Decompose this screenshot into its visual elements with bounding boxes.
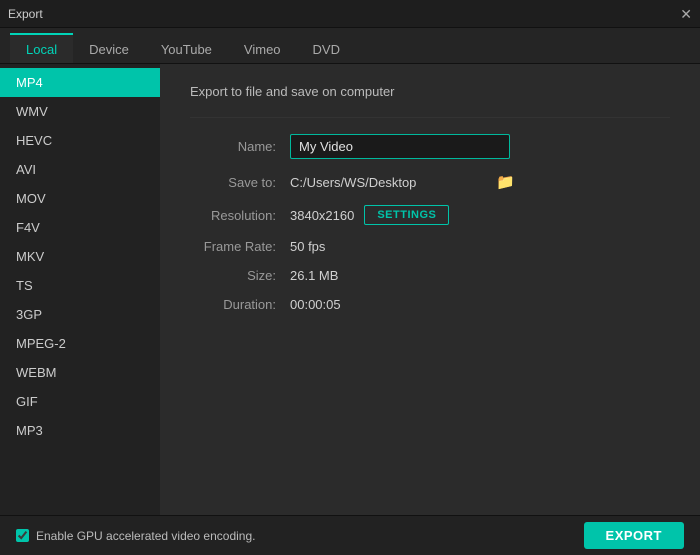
duration-value: 00:00:05 [290,297,341,312]
tab-vimeo[interactable]: Vimeo [228,33,297,63]
settings-button[interactable]: SETTINGS [364,205,449,225]
resolution-row: Resolution: 3840x2160 SETTINGS [190,205,670,225]
sidebar-item-f4v[interactable]: F4V [0,213,160,242]
window-title: Export [8,7,43,21]
frame-rate-row: Frame Rate: 50 fps [190,239,670,254]
tab-device[interactable]: Device [73,33,145,63]
divider [190,117,670,118]
resolution-value: 3840x2160 [290,208,354,223]
tab-local[interactable]: Local [10,33,73,63]
name-input[interactable] [290,134,510,159]
path-row: 📁 [290,173,515,191]
sidebar-item-mov[interactable]: MOV [0,184,160,213]
save-path-input[interactable] [290,175,490,190]
sidebar-item-webm[interactable]: WEBM [0,358,160,387]
save-to-row: Save to: 📁 [190,173,670,191]
resolution-value-row: 3840x2160 SETTINGS [290,205,449,225]
save-to-label: Save to: [190,175,290,190]
frame-rate-label: Frame Rate: [190,239,290,254]
tab-dvd[interactable]: DVD [297,33,356,63]
close-button[interactable]: ✕ [680,7,692,21]
sidebar-item-wmv[interactable]: WMV [0,97,160,126]
name-label: Name: [190,139,290,154]
sidebar-item-mpeg2[interactable]: MPEG-2 [0,329,160,358]
size-row: Size: 26.1 MB [190,268,670,283]
duration-label: Duration: [190,297,290,312]
export-button[interactable]: EXPORT [584,522,684,549]
size-label: Size: [190,268,290,283]
export-settings-panel: Export to file and save on computer Name… [160,64,700,515]
sidebar-item-avi[interactable]: AVI [0,155,160,184]
gpu-encoding-label[interactable]: Enable GPU accelerated video encoding. [16,529,255,543]
size-value: 26.1 MB [290,268,338,283]
gpu-encoding-checkbox[interactable] [16,529,29,542]
bottom-bar: Enable GPU accelerated video encoding. E… [0,515,700,555]
sidebar-item-mkv[interactable]: MKV [0,242,160,271]
resolution-label: Resolution: [190,208,290,223]
name-row: Name: [190,134,670,159]
sidebar-item-mp4[interactable]: MP4 [0,68,160,97]
duration-row: Duration: 00:00:05 [190,297,670,312]
tab-youtube[interactable]: YouTube [145,33,228,63]
title-bar: Export ✕ [0,0,700,28]
folder-browse-icon[interactable]: 📁 [496,173,515,191]
sidebar-item-hevc[interactable]: HEVC [0,126,160,155]
sidebar-item-ts[interactable]: TS [0,271,160,300]
section-title: Export to file and save on computer [190,84,670,99]
tab-bar: Local Device YouTube Vimeo DVD [0,28,700,64]
main-content: MP4 WMV HEVC AVI MOV F4V MKV TS 3GP MPEG… [0,64,700,515]
format-sidebar: MP4 WMV HEVC AVI MOV F4V MKV TS 3GP MPEG… [0,64,160,515]
sidebar-item-mp3[interactable]: MP3 [0,416,160,445]
frame-rate-value: 50 fps [290,239,325,254]
sidebar-item-gif[interactable]: GIF [0,387,160,416]
sidebar-item-3gp[interactable]: 3GP [0,300,160,329]
